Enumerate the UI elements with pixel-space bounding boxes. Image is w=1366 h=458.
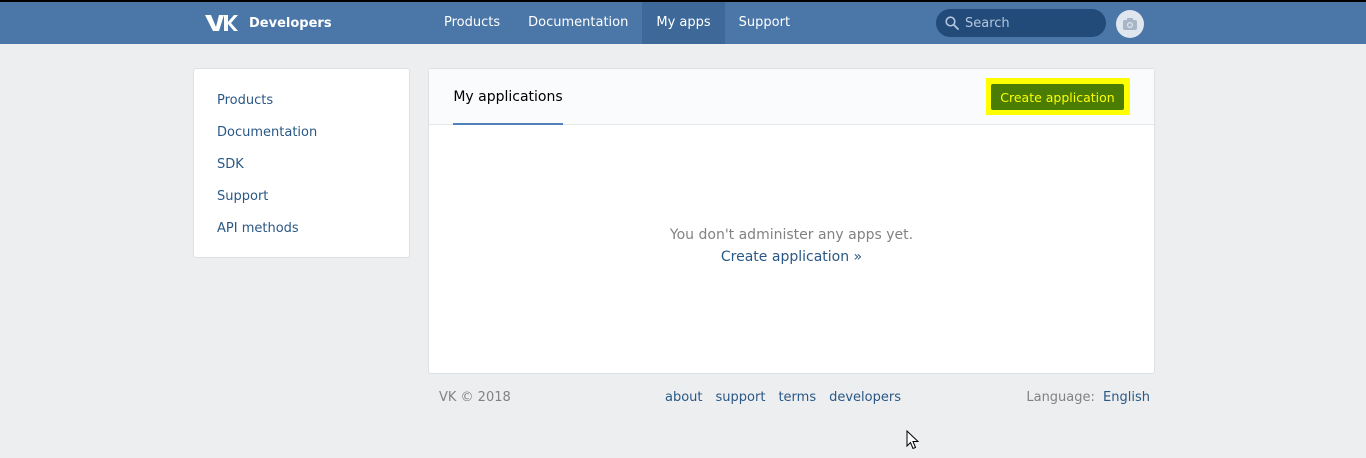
- sidebar-item-sdk[interactable]: SDK: [194, 149, 409, 181]
- language-label: Language:: [1026, 390, 1095, 405]
- top-nav: Products Documentation My apps Support: [430, 2, 804, 44]
- vk-logo[interactable]: Developers: [204, 10, 332, 36]
- nav-my-apps[interactable]: My apps: [642, 2, 725, 44]
- nav-documentation[interactable]: Documentation: [514, 2, 642, 44]
- camera-icon: [1123, 18, 1137, 30]
- tab-my-applications[interactable]: My applications: [453, 69, 563, 125]
- main-panel-header: My applications Create application: [429, 69, 1154, 125]
- sidebar-item-api-methods[interactable]: API methods: [194, 213, 409, 245]
- top-header: Developers Products Documentation My app…: [0, 2, 1366, 44]
- create-application-link[interactable]: Create application »: [429, 249, 1154, 265]
- mouse-cursor-icon: [906, 430, 919, 450]
- footer-link-support[interactable]: support: [716, 390, 766, 405]
- search-icon: [945, 16, 959, 30]
- language-selector[interactable]: English: [1103, 390, 1150, 405]
- footer-link-about[interactable]: about: [665, 390, 703, 405]
- search-box: [936, 9, 1106, 37]
- footer-link-developers[interactable]: developers: [829, 390, 901, 405]
- avatar[interactable]: [1116, 10, 1144, 38]
- main-panel: My applications Create application You d…: [428, 68, 1155, 374]
- footer-language: Language: English: [1026, 390, 1150, 405]
- sidebar-item-products[interactable]: Products: [194, 85, 409, 117]
- create-application-button[interactable]: Create application: [991, 84, 1124, 110]
- footer-links: about support terms developers: [665, 390, 901, 405]
- nav-support[interactable]: Support: [725, 2, 804, 44]
- nav-products[interactable]: Products: [430, 2, 514, 44]
- vk-logo-icon: [205, 15, 238, 31]
- footer-link-terms[interactable]: terms: [778, 390, 816, 405]
- empty-state-message: You don't administer any apps yet.: [669, 227, 914, 243]
- logo-text: Developers: [249, 15, 332, 31]
- sidebar: Products Documentation SDK Support API m…: [193, 68, 410, 258]
- sidebar-item-support[interactable]: Support: [194, 181, 409, 213]
- sidebar-item-documentation[interactable]: Documentation: [194, 117, 409, 149]
- search-input[interactable]: [965, 15, 1095, 31]
- footer-copyright: VK © 2018: [439, 390, 511, 405]
